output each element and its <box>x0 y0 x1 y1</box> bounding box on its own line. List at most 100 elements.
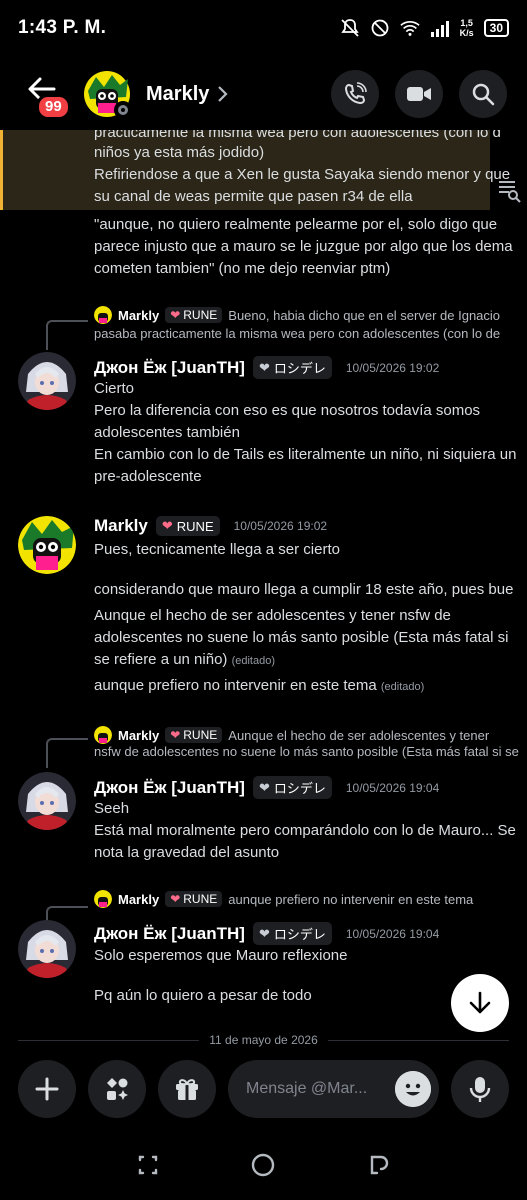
message-input-wrapper <box>228 1060 439 1118</box>
message-text: considerando que mauro llega a cumplir 1… <box>94 581 514 598</box>
avatar[interactable] <box>18 516 76 574</box>
wifi-icon <box>399 18 420 38</box>
reply-text: Bueno, habia dicho que en el server de I… <box>228 307 501 323</box>
plus-icon <box>35 1077 59 1101</box>
message-text: niños ya esta más jodido) <box>94 144 265 161</box>
search-icon <box>472 83 495 106</box>
message-text: Seeh <box>94 800 130 817</box>
message-composer <box>0 1054 527 1124</box>
reply-connector <box>46 320 88 350</box>
reply-author: Markly <box>118 307 160 323</box>
guild-tag: ❤ RUNE <box>165 307 223 323</box>
back-button[interactable]: 99 <box>20 66 76 122</box>
recents-icon[interactable] <box>134 1151 162 1179</box>
video-call-button[interactable] <box>395 70 443 118</box>
voice-message-button[interactable] <box>451 1060 509 1118</box>
video-icon <box>407 87 431 101</box>
day-divider: 11 de mayo de 2026 <box>18 1030 509 1050</box>
reply-preview[interactable]: Markly ❤ RUNE Bueno, habia dicho que en e… <box>94 306 500 324</box>
avatar <box>94 726 112 744</box>
do-not-disturb-icon <box>370 18 390 38</box>
message-text: parece injusto que a mauro se le juzgue … <box>94 238 513 255</box>
signal-icon <box>430 18 450 38</box>
day-divider-label: 11 de mayo de 2026 <box>209 1033 318 1047</box>
gift-button[interactable] <box>158 1060 216 1118</box>
reply-text: pasaba practicamente la misma wea pero c… <box>94 326 501 341</box>
home-icon[interactable] <box>249 1151 277 1179</box>
heart-icon: ❤ <box>170 892 181 906</box>
network-speed: 1,5 K/s <box>459 18 474 38</box>
timestamp: 10/05/2026 19:04 <box>345 926 440 941</box>
heart-icon: ❤ <box>161 518 173 533</box>
author-name[interactable]: Джон Ёж [JuanTH] <box>94 358 245 378</box>
heart-icon: ❤ <box>170 728 181 742</box>
guild-tag: ❤ RUNE <box>165 727 223 743</box>
reply-author: Markly <box>118 891 160 907</box>
author-name[interactable]: Джон Ёж [JuanTH] <box>94 924 245 944</box>
message-header: Джон Ёж [JuanTH] ❤ ロシデレ 10/05/2026 19:04 <box>94 776 439 799</box>
timestamp: 10/05/2026 19:02 <box>233 519 328 533</box>
author-name[interactable]: Джон Ёж [JuanTH] <box>94 778 245 798</box>
message-text: aunque prefiero no intervenir en este te… <box>94 677 425 694</box>
avatar[interactable] <box>18 352 76 410</box>
status-icons: 1,5 K/s 30 <box>340 18 509 38</box>
gift-icon <box>176 1079 198 1100</box>
battery-indicator: 30 <box>483 19 509 37</box>
message-text: Pues, tecnicamente llega a ser cierto <box>94 541 340 558</box>
emoji-button[interactable] <box>395 1071 431 1107</box>
message-text: Pq aún lo quiero a pesar de todo <box>94 987 312 1004</box>
header-title[interactable]: Markly <box>146 83 209 106</box>
reply-connector <box>46 738 88 768</box>
message-text: adolescentes también <box>94 424 240 441</box>
author-name[interactable]: Markly <box>94 516 148 536</box>
guild-tag: ❤ ロシデレ <box>252 356 332 379</box>
thread-list-icon[interactable] <box>497 178 521 204</box>
apps-button[interactable] <box>88 1060 146 1118</box>
arrow-down-icon <box>469 991 491 1014</box>
back-icon[interactable] <box>365 1151 393 1179</box>
edited-label: (editado) <box>380 681 425 693</box>
reply-text: nsfw de adolescentes no suene lo más san… <box>94 744 519 759</box>
reply-preview[interactable]: Markly ❤ RUNE aunque prefiero no interven… <box>94 890 473 908</box>
avatar <box>94 306 112 324</box>
search-button[interactable] <box>459 70 507 118</box>
voice-call-button[interactable] <box>331 70 379 118</box>
reply-text: aunque prefiero no intervenir en este te… <box>228 891 474 907</box>
message-text: Pero la diferencia con eso es que nosotr… <box>94 402 481 419</box>
message-text: Solo esperemos que Mauro reflexione <box>94 947 348 964</box>
mute-notifications-icon <box>340 18 360 38</box>
microphone-icon <box>469 1077 491 1102</box>
jump-to-present-button[interactable] <box>451 974 509 1032</box>
avatar[interactable] <box>18 920 76 978</box>
reply-text: Aunque el hecho de ser adolescentes y te… <box>228 727 490 743</box>
message-text: su canal de weas permite que pasen r34 d… <box>94 188 413 205</box>
avatar[interactable] <box>18 772 76 830</box>
message-text: En cambio con lo de Tails es literalment… <box>94 446 517 463</box>
heart-icon: ❤ <box>258 359 270 375</box>
avatar <box>94 890 112 908</box>
message-input[interactable] <box>246 1080 395 1098</box>
reply-author: Markly <box>118 727 160 743</box>
message-text: Está mal moralmente pero comparándolo co… <box>94 822 516 839</box>
heart-icon: ❤ <box>258 779 270 795</box>
message-text: Refiriendose a que a Xen le gusta Sayaka… <box>94 166 511 183</box>
emoji-icon <box>395 1071 431 1107</box>
message-list[interactable]: practicamente la misma wea pero con adol… <box>0 130 527 1050</box>
phone-icon <box>344 82 367 105</box>
avatar[interactable] <box>84 71 132 119</box>
message-text: cometen tambien" (no me dejo reenviar pt… <box>94 260 391 277</box>
heart-icon: ❤ <box>258 925 270 941</box>
message-text: se refiere a un niño) (editado) <box>94 651 276 668</box>
offline-status-icon <box>114 101 132 119</box>
system-nav-bar <box>0 1130 527 1200</box>
edited-label: (editado) <box>231 655 276 667</box>
chevron-right-icon[interactable] <box>217 85 229 103</box>
reply-preview[interactable]: Markly ❤ RUNE Aunque el hecho de ser adol… <box>94 726 489 744</box>
juanth-avatar-image <box>18 352 76 410</box>
status-time: 1:43 P. M. <box>18 17 107 38</box>
timestamp: 10/05/2026 19:02 <box>345 360 440 375</box>
message-text: pre-adolescente <box>94 468 202 485</box>
message-text: Cierto <box>94 380 135 397</box>
message-text: Aunque el hecho de ser adolescentes y te… <box>94 607 451 624</box>
attach-button[interactable] <box>18 1060 76 1118</box>
